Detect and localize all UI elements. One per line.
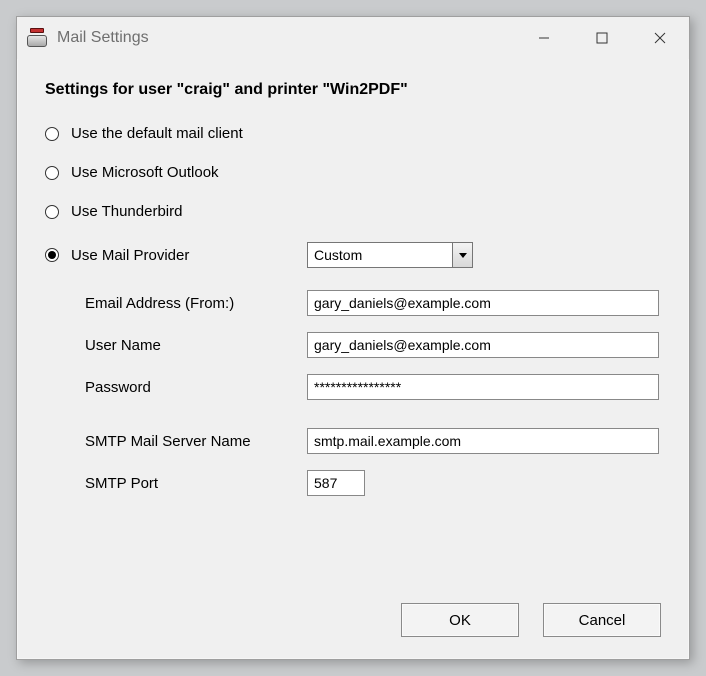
radio-default-client[interactable]: Use the default mail client (45, 125, 661, 142)
radio-icon (45, 166, 59, 180)
maximize-button[interactable] (573, 17, 631, 59)
smtp-port-field[interactable] (307, 470, 365, 496)
printer-icon (27, 28, 47, 48)
radio-label: Use the default mail client (71, 125, 243, 142)
smtp-server-label: SMTP Mail Server Name (85, 433, 307, 450)
smtp-server-field[interactable] (307, 428, 659, 454)
ok-button[interactable]: OK (401, 603, 519, 637)
radio-label: Use Thunderbird (71, 203, 182, 220)
smtp-port-label: SMTP Port (85, 475, 307, 492)
provider-select[interactable]: Custom (307, 242, 473, 268)
radio-icon (45, 205, 59, 219)
radio-label: Use Microsoft Outlook (71, 164, 219, 181)
username-field[interactable] (307, 332, 659, 358)
chevron-down-icon (452, 243, 472, 267)
password-label: Password (85, 379, 307, 396)
titlebar: Mail Settings (17, 17, 689, 59)
window-title: Mail Settings (57, 29, 149, 47)
close-button[interactable] (631, 17, 689, 59)
radio-icon (45, 248, 59, 262)
radio-icon (45, 127, 59, 141)
cancel-button[interactable]: Cancel (543, 603, 661, 637)
minimize-button[interactable] (515, 17, 573, 59)
provider-select-value: Custom (314, 247, 362, 263)
settings-heading: Settings for user "craig" and printer "W… (45, 81, 661, 99)
password-field[interactable] (307, 374, 659, 400)
radio-thunderbird[interactable]: Use Thunderbird (45, 203, 661, 220)
ok-button-label: OK (449, 612, 471, 629)
radio-outlook[interactable]: Use Microsoft Outlook (45, 164, 661, 181)
mail-settings-window: Mail Settings Settings for user "craig" … (16, 16, 690, 660)
radio-label: Use Mail Provider (71, 247, 189, 264)
email-label: Email Address (From:) (85, 295, 307, 312)
username-label: User Name (85, 337, 307, 354)
radio-mail-provider[interactable]: Use Mail Provider (45, 247, 307, 264)
email-field[interactable] (307, 290, 659, 316)
cancel-button-label: Cancel (579, 612, 626, 629)
